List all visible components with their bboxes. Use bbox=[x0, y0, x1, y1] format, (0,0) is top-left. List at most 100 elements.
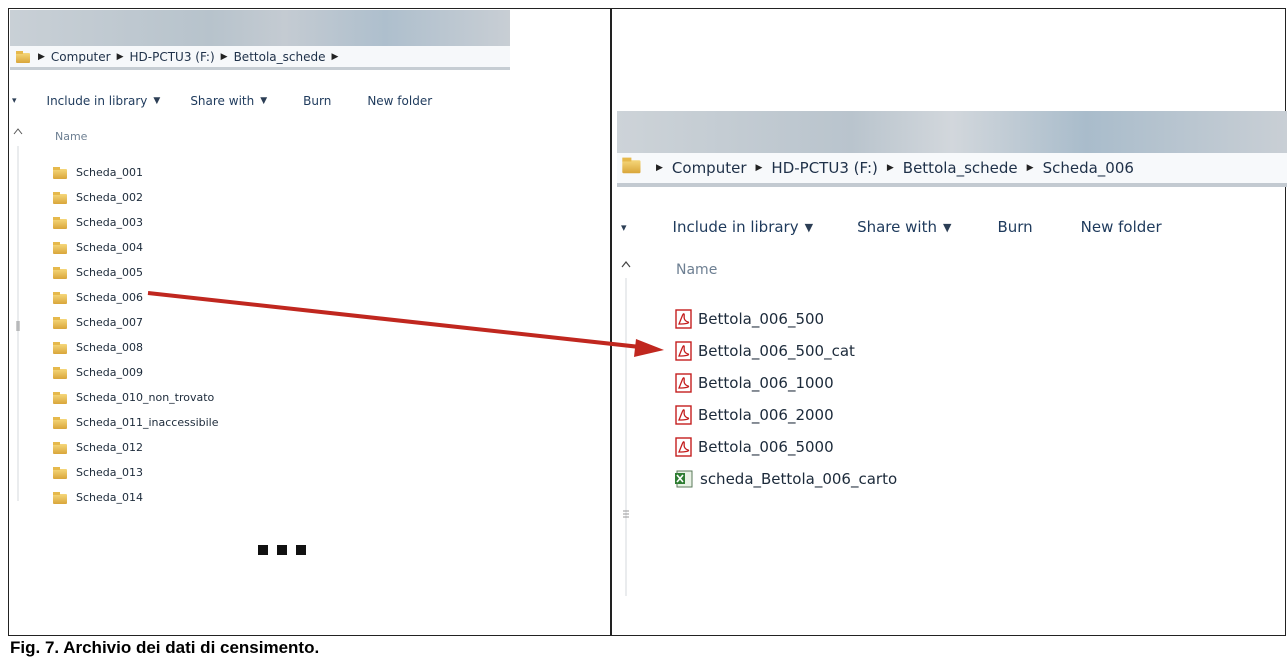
file-name: Bettola_006_500 bbox=[698, 310, 825, 328]
right-command-bar: ▾ Include in library ▼ Share with ▼ Burn… bbox=[617, 211, 1287, 243]
folder-name: Scheda_001 bbox=[76, 166, 143, 179]
folder-item[interactable]: Scheda_014 bbox=[53, 485, 219, 510]
folder-icon bbox=[53, 391, 67, 404]
file-name: Bettola_006_1000 bbox=[698, 374, 834, 392]
right-file-list: Bettola_006_500 Bettola_006_500_cat Bett… bbox=[674, 303, 897, 495]
folder-icon bbox=[622, 157, 645, 179]
pdf-icon bbox=[675, 309, 692, 329]
ellipsis-dot bbox=[296, 545, 306, 555]
left-scrollbar[interactable] bbox=[12, 126, 24, 506]
right-window-titlebar bbox=[617, 111, 1287, 153]
chevron-right-icon: ▶ bbox=[38, 51, 45, 62]
chevron-down-icon: ▼ bbox=[804, 220, 814, 234]
folder-name: Scheda_007 bbox=[76, 316, 143, 329]
pdf-icon bbox=[675, 405, 692, 425]
breadcrumb-computer[interactable]: Computer bbox=[51, 50, 111, 64]
chevron-down-icon[interactable]: ▾ bbox=[621, 221, 627, 234]
breadcrumb-drive[interactable]: HD-PCTU3 (F:) bbox=[130, 50, 215, 64]
share-with-label: Share with bbox=[190, 94, 255, 108]
pdf-icon bbox=[675, 373, 692, 393]
chevron-right-icon: ▶ bbox=[886, 163, 894, 173]
chevron-right-icon: ▶ bbox=[116, 51, 124, 62]
folder-icon bbox=[53, 416, 67, 429]
share-with-button[interactable]: Share with ▼ bbox=[857, 218, 951, 236]
include-in-library-button[interactable]: Include in library ▼ bbox=[673, 218, 814, 236]
left-command-bar: ▾ Include in library ▼ Share with ▼ Burn… bbox=[10, 89, 510, 113]
folder-icon bbox=[53, 466, 67, 479]
chevron-right-icon: ▶ bbox=[755, 163, 763, 173]
folder-item[interactable]: Scheda_001 bbox=[53, 160, 219, 185]
chevron-down-icon[interactable]: ▾ bbox=[12, 96, 17, 106]
include-in-library-button[interactable]: Include in library ▼ bbox=[47, 94, 161, 108]
folder-item[interactable]: Scheda_007 bbox=[53, 310, 219, 335]
folder-name: Scheda_005 bbox=[76, 266, 143, 279]
breadcrumb-scheda-006[interactable]: Scheda_006 bbox=[1043, 159, 1134, 177]
left-column-header-name[interactable]: Name bbox=[55, 130, 87, 143]
file-item[interactable]: scheda_Bettola_006_carto bbox=[674, 463, 897, 495]
folder-icon bbox=[53, 316, 67, 329]
right-address-bar[interactable]: ▶ Computer ▶ HD-PCTU3 (F:) ▶ Bettola_sch… bbox=[617, 153, 1287, 187]
folder-icon bbox=[53, 216, 67, 229]
file-item[interactable]: Bettola_006_2000 bbox=[674, 399, 897, 431]
folder-name: Scheda_002 bbox=[76, 191, 143, 204]
burn-button[interactable]: Burn bbox=[997, 218, 1032, 236]
file-item[interactable]: Bettola_006_500 bbox=[674, 303, 897, 335]
folder-item[interactable]: Scheda_012 bbox=[53, 435, 219, 460]
left-window-titlebar bbox=[10, 10, 510, 46]
folder-icon bbox=[53, 241, 67, 254]
folder-item[interactable]: Scheda_009 bbox=[53, 360, 219, 385]
folder-item[interactable]: Scheda_008 bbox=[53, 335, 219, 360]
file-name: Bettola_006_500_cat bbox=[698, 342, 855, 360]
file-name: Bettola_006_2000 bbox=[698, 406, 834, 424]
burn-button[interactable]: Burn bbox=[303, 94, 331, 108]
folder-icon bbox=[53, 341, 67, 354]
folder-icon bbox=[53, 366, 67, 379]
file-item-bettola-006-500-cat[interactable]: Bettola_006_500_cat bbox=[674, 335, 897, 367]
ellipsis-more-items bbox=[258, 545, 306, 555]
include-in-library-label: Include in library bbox=[672, 218, 799, 236]
breadcrumb-bettola-schede[interactable]: Bettola_schede bbox=[234, 50, 326, 64]
folder-item[interactable]: Scheda_005 bbox=[53, 260, 219, 285]
new-folder-button[interactable]: New folder bbox=[1081, 218, 1162, 236]
chevron-right-icon: ▶ bbox=[331, 51, 339, 62]
folder-item[interactable]: Scheda_013 bbox=[53, 460, 219, 485]
folder-icon bbox=[53, 291, 67, 304]
folder-item[interactable]: Scheda_004 bbox=[53, 235, 219, 260]
breadcrumb-drive[interactable]: HD-PCTU3 (F:) bbox=[771, 159, 877, 177]
folder-item[interactable]: Scheda_003 bbox=[53, 210, 219, 235]
file-name: Bettola_006_5000 bbox=[698, 438, 834, 456]
folder-icon bbox=[53, 191, 67, 204]
file-item[interactable]: Bettola_006_5000 bbox=[674, 431, 897, 463]
folder-item[interactable]: Scheda_002 bbox=[53, 185, 219, 210]
pdf-icon bbox=[675, 341, 692, 361]
left-folder-list: Scheda_001 Scheda_002 Scheda_003 Scheda_… bbox=[53, 160, 219, 510]
share-with-button[interactable]: Share with ▼ bbox=[190, 94, 267, 108]
folder-name: Scheda_011_inaccessibile bbox=[76, 416, 219, 429]
folder-name: Scheda_012 bbox=[76, 441, 143, 454]
folder-name: Scheda_006 bbox=[76, 291, 143, 304]
excel-icon bbox=[675, 470, 693, 488]
chevron-right-icon: ▶ bbox=[656, 163, 663, 173]
left-address-bar[interactable]: ▶ Computer ▶ HD-PCTU3 (F:) ▶ Bettola_sch… bbox=[10, 46, 510, 70]
right-scrollbar[interactable] bbox=[619, 256, 633, 601]
file-item[interactable]: Bettola_006_1000 bbox=[674, 367, 897, 399]
right-column-header-name[interactable]: Name bbox=[676, 262, 717, 278]
folder-item[interactable]: Scheda_011_inaccessibile bbox=[53, 410, 219, 435]
breadcrumb-computer[interactable]: Computer bbox=[672, 159, 747, 177]
folder-name: Scheda_013 bbox=[76, 466, 143, 479]
figure-caption: Fig. 7. Archivio dei dati di censimento. bbox=[10, 638, 320, 657]
include-in-library-label: Include in library bbox=[46, 94, 148, 108]
folder-item-scheda-006[interactable]: Scheda_006 bbox=[53, 285, 219, 310]
ellipsis-dot bbox=[277, 545, 287, 555]
chevron-right-icon: ▶ bbox=[1026, 163, 1034, 173]
ellipsis-dot bbox=[258, 545, 268, 555]
breadcrumb-bettola-schede[interactable]: Bettola_schede bbox=[903, 159, 1018, 177]
chevron-down-icon: ▼ bbox=[153, 96, 161, 106]
folder-icon bbox=[53, 166, 67, 179]
panel-divider bbox=[610, 8, 612, 636]
folder-icon bbox=[16, 50, 30, 63]
chevron-down-icon: ▼ bbox=[942, 220, 952, 234]
folder-name: Scheda_003 bbox=[76, 216, 143, 229]
new-folder-button[interactable]: New folder bbox=[367, 94, 432, 108]
folder-item[interactable]: Scheda_010_non_trovato bbox=[53, 385, 219, 410]
